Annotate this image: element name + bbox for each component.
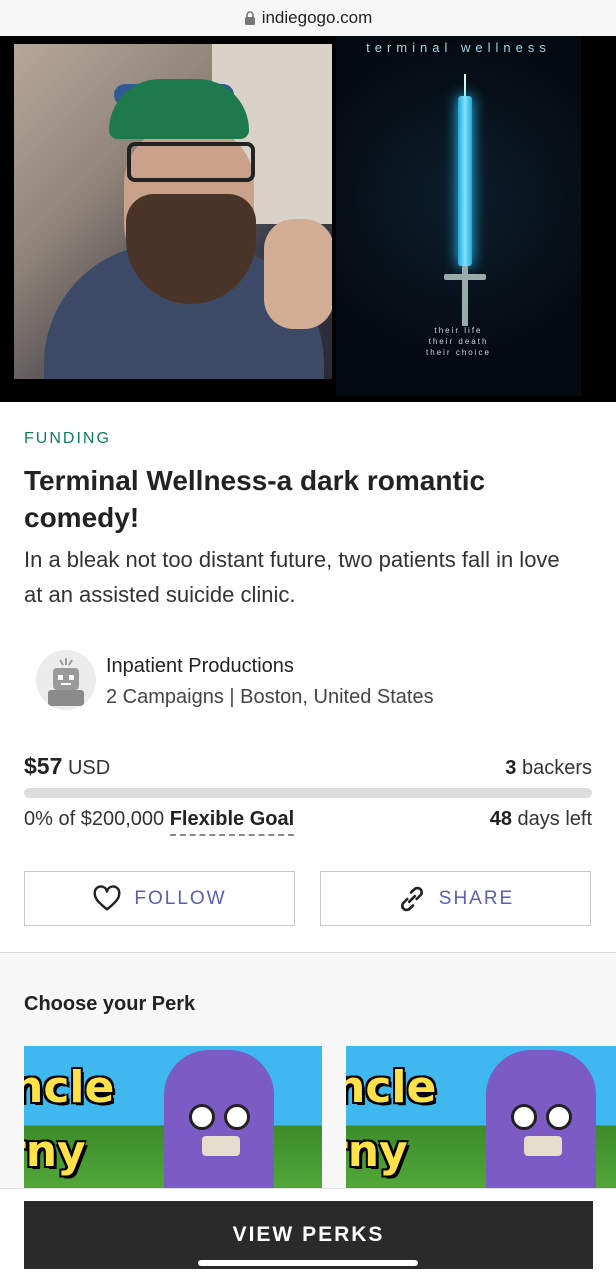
campaign-poster: terminal wellness their life their death…: [336, 36, 581, 396]
campaign-media[interactable]: terminal wellness their life their death…: [0, 36, 616, 402]
poster-tagline: their life their death their choice: [426, 326, 491, 357]
campaign-tagline: In a bleak not too distant future, two p…: [24, 547, 560, 607]
pitch-video[interactable]: [14, 44, 332, 379]
owner-meta: 2 Campaigns | Boston, United States: [106, 686, 434, 708]
days-left: 48 days left: [490, 808, 592, 831]
perk-card[interactable]: ncle rny: [346, 1046, 616, 1191]
backers-number: 3: [505, 757, 517, 779]
poster-title: terminal wellness: [366, 40, 551, 55]
link-icon: [400, 886, 423, 911]
follow-button[interactable]: FOLLOW: [24, 871, 295, 926]
raised-amount: $57: [24, 753, 63, 779]
campaign-status-label: FUNDING: [24, 430, 111, 447]
perk-art-text: ncle: [346, 1062, 437, 1113]
puppet-image: [486, 1050, 596, 1191]
funding-progress-bar: [24, 788, 592, 798]
days-number: 48: [489, 808, 512, 830]
syringe-image: [444, 74, 486, 334]
perk-art-text: rny: [346, 1126, 408, 1177]
flexible-goal-link[interactable]: Flexible Goal: [169, 808, 295, 836]
goal-amount: of $200,000: [58, 808, 165, 830]
lock-icon: [244, 11, 255, 25]
view-perks-button[interactable]: VIEW PERKS: [24, 1201, 593, 1269]
home-indicator: [198, 1260, 418, 1266]
share-button[interactable]: SHARE: [320, 871, 591, 926]
perk-art-text: ncle: [24, 1062, 115, 1113]
owner-avatar[interactable]: [36, 650, 96, 710]
robot-avatar-icon: [36, 650, 96, 710]
address-bar[interactable]: indiegogo.com: [0, 0, 616, 36]
goal-percent: 0%: [24, 808, 53, 830]
campaign-title: Terminal Wellness-a dark romantic comedy…: [24, 465, 486, 533]
perk-card[interactable]: ncle rny: [24, 1046, 322, 1191]
owner-name[interactable]: Inpatient Productions: [106, 655, 294, 678]
raised-currency: USD: [67, 757, 111, 779]
heart-icon: [93, 884, 121, 911]
backers-label: backers: [521, 757, 592, 779]
perk-art-text: rny: [24, 1126, 86, 1177]
share-label: SHARE: [438, 887, 515, 909]
days-label: days left: [517, 808, 592, 830]
perks-heading: Choose your Perk: [24, 993, 196, 1015]
follow-label: FOLLOW: [134, 887, 227, 909]
backers-count: 3 backers: [505, 757, 592, 780]
url-text: indiegogo.com: [261, 8, 373, 27]
amount-raised: $57 USD: [24, 753, 110, 780]
funding-goal: 0% of $200,000 Flexible Goal: [24, 808, 295, 836]
campaign-owner[interactable]: Inpatient Productions 2 Campaigns | Bost…: [36, 650, 596, 714]
puppet-image: [164, 1050, 274, 1191]
